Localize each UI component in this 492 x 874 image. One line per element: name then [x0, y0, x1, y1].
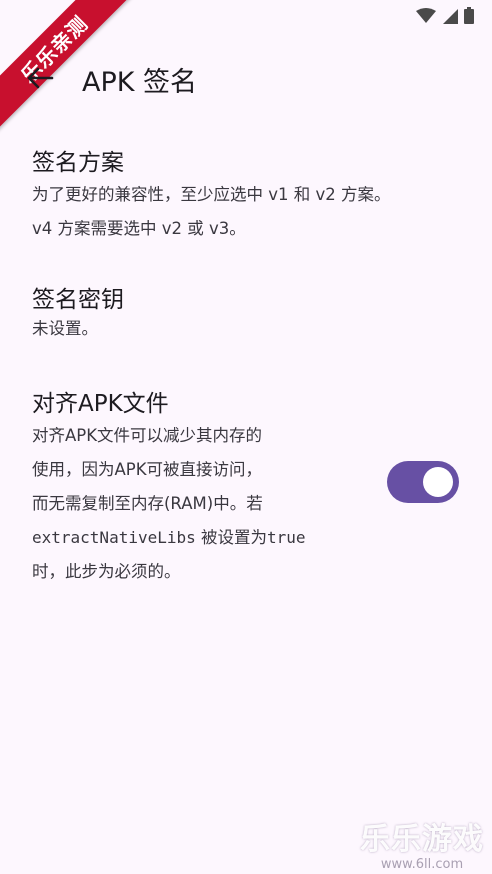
watermark: 乐乐游戏 www.6ll.com: [360, 822, 484, 872]
zipalign-summary-line3: 而无需复制至内存(RAM)中。若: [32, 494, 263, 513]
signing-scheme-summary-line2: v4 方案需要选中 v2 或 v3。: [32, 219, 246, 238]
zipalign-toggle-switch[interactable]: [387, 461, 459, 503]
status-icons: [416, 7, 474, 24]
wifi-icon: [416, 7, 436, 23]
cellular-signal-icon: [443, 8, 458, 24]
signing-key-preference[interactable]: 签名密钥 未设置。: [32, 285, 124, 343]
app-bar: APK 签名: [0, 48, 492, 108]
zipalign-title: 对齐APK文件: [32, 391, 169, 417]
signing-key-title: 签名密钥: [32, 287, 124, 313]
battery-icon: [464, 7, 474, 24]
back-button[interactable]: [20, 58, 60, 98]
signing-scheme-preference[interactable]: 签名方案 为了更好的兼容性，至少应选中 v1 和 v2 方案。 v4 方案需要选…: [32, 148, 391, 246]
extract-native-libs-code: extractNativeLibs: [32, 528, 196, 547]
switch-thumb: [423, 467, 453, 497]
zipalign-summary-line4: extractNativeLibs 被设置为true: [32, 521, 372, 555]
arrow-back-icon: [27, 67, 54, 89]
page-title: APK 签名: [82, 67, 198, 98]
zipalign-preference[interactable]: 对齐APK文件 对齐APK文件可以减少其内存的 使用，因为APK可被直接访问， …: [32, 389, 372, 589]
zipalign-summary-line1: 对齐APK文件可以减少其内存的: [32, 426, 263, 445]
zipalign-summary-line5: 时，此步为必须的。: [32, 562, 181, 581]
signing-scheme-summary: 为了更好的兼容性，至少应选中 v1 和 v2 方案。 v4 方案需要选中 v2 …: [32, 178, 391, 246]
signing-scheme-title: 签名方案: [32, 150, 124, 176]
zipalign-summary-line2: 使用，因为APK可被直接访问，: [32, 460, 263, 479]
zipalign-summary: 对齐APK文件可以减少其内存的 使用，因为APK可被直接访问， 而无需复制至内存…: [32, 419, 372, 589]
watermark-url: www.6ll.com: [380, 857, 464, 872]
watermark-text: 乐乐游戏: [360, 822, 484, 857]
signing-key-summary: 未设置。: [32, 319, 98, 338]
signing-scheme-summary-line1: 为了更好的兼容性，至少应选中 v1 和 v2 方案。: [32, 185, 391, 204]
true-code: true: [267, 528, 306, 547]
zipalign-summary-mid: 被设置为: [195, 528, 268, 547]
